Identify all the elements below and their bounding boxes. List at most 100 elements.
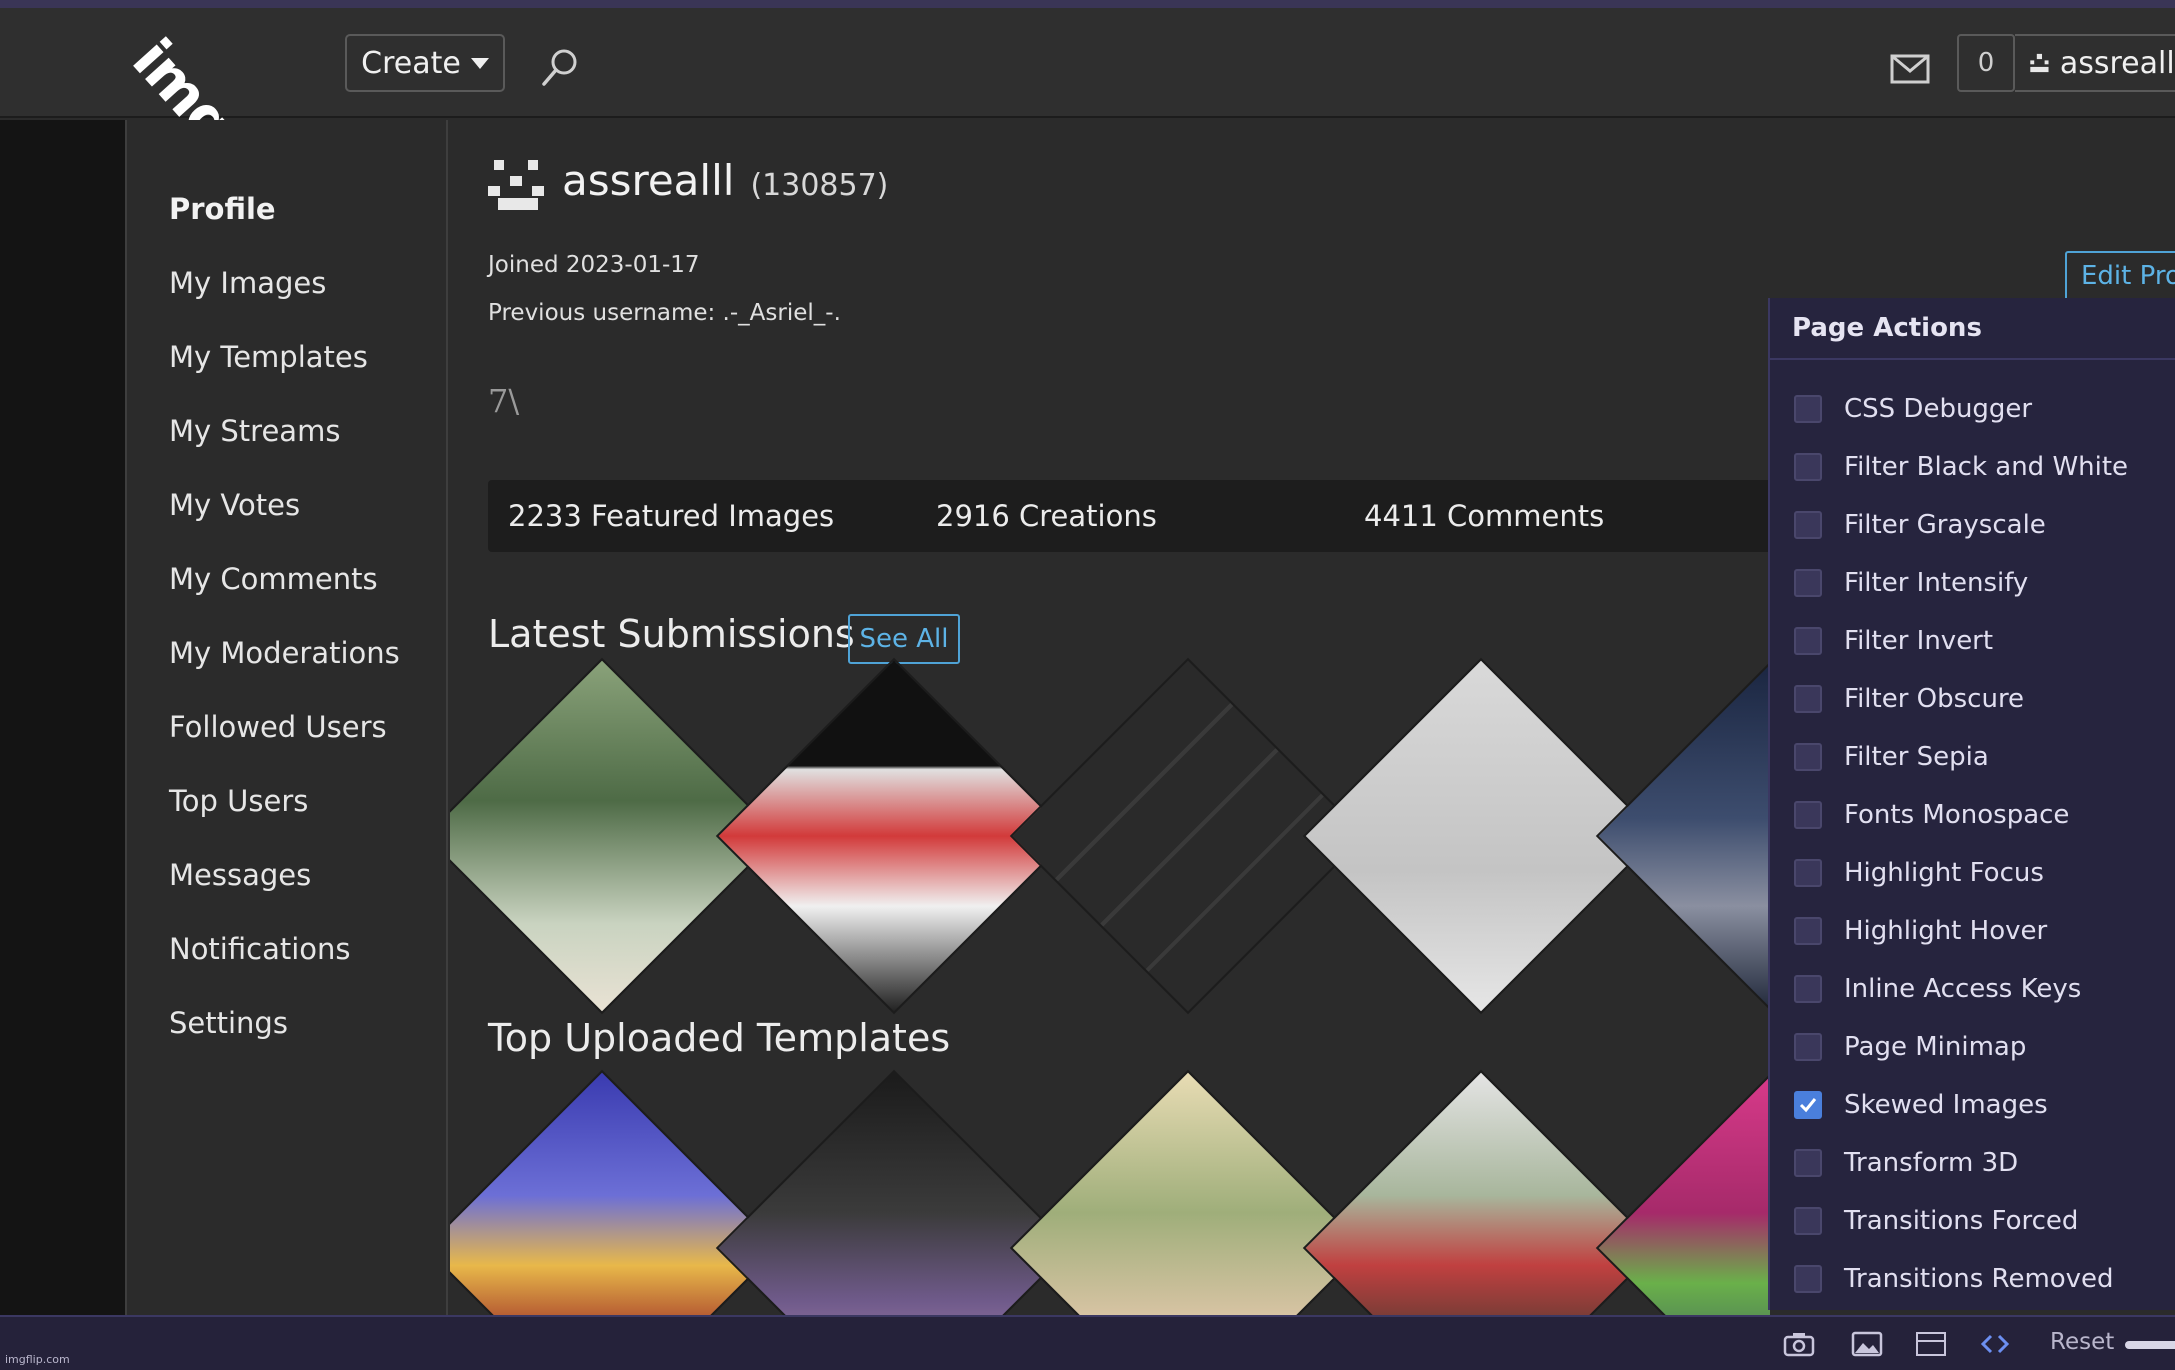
page-action-checkbox[interactable] [1794, 1091, 1822, 1119]
page-action-checkbox[interactable] [1794, 627, 1822, 655]
profile-sidebar: Profile My Images My Templates My Stream… [125, 120, 448, 1315]
header-username: assrealll [2059, 45, 2175, 81]
page-action-checkbox[interactable] [1794, 685, 1822, 713]
sidebar-item-profile[interactable]: Profile [127, 172, 446, 246]
page-action-item[interactable]: Transitions Forced [1770, 1192, 2175, 1250]
page-action-checkbox[interactable] [1794, 917, 1822, 945]
page-action-checkbox[interactable] [1794, 1149, 1822, 1177]
left-gutter [0, 120, 125, 1315]
page-actions-panel: Page Actions CSS Debugger Filter Black an… [1768, 298, 2175, 1310]
sidebar-item-my-moderations[interactable]: My Moderations [127, 616, 446, 690]
page-action-checkbox[interactable] [1794, 453, 1822, 481]
page-actions-list: CSS Debugger Filter Black and White Filter… [1770, 360, 2175, 1308]
creations-stat[interactable]: 2916 Creations [936, 499, 1157, 533]
page-action-item[interactable]: Filter Sepia [1770, 728, 2175, 786]
page-action-label: Skewed Images [1844, 1090, 2048, 1120]
page-action-checkbox[interactable] [1794, 743, 1822, 771]
page-action-item[interactable]: CSS Debugger [1770, 380, 2175, 438]
profile-main: assrealll (130857) Joined 2023-01-17 Pre… [450, 120, 1770, 1315]
create-button[interactable]: Create [345, 34, 505, 92]
page-action-label: Filter Grayscale [1844, 510, 2046, 540]
user-avatar-icon [2030, 53, 2049, 73]
featured-images-stat[interactable]: 2233 Featured Images [508, 499, 834, 533]
page-action-item[interactable]: Filter Grayscale [1770, 496, 2175, 554]
page-action-label: Transitions Forced [1844, 1206, 2079, 1236]
page-action-checkbox[interactable] [1794, 1033, 1822, 1061]
profile-name-row: assrealll (130857) [562, 156, 888, 205]
edit-profile-button[interactable]: Edit Profile [2065, 251, 2175, 301]
page-action-item[interactable]: Filter Intensify [1770, 554, 2175, 612]
page-action-checkbox[interactable] [1794, 859, 1822, 887]
zoom-slider[interactable] [2125, 1341, 2175, 1349]
template-thumb[interactable] [450, 1069, 781, 1315]
comments-stat[interactable]: 4411 Comments [1364, 499, 1604, 533]
notification-count-button[interactable]: 0 [1957, 34, 2015, 92]
profile-username: assrealll [562, 156, 735, 205]
page-action-label: Transform 3D [1844, 1148, 2019, 1178]
page-action-item[interactable]: Page Minimap [1770, 1018, 2175, 1076]
code-icon[interactable] [1978, 1329, 2012, 1359]
page-action-item[interactable]: Filter Invert [1770, 612, 2175, 670]
page-action-label: Filter Intensify [1844, 568, 2029, 598]
page-action-checkbox[interactable] [1794, 511, 1822, 539]
sidebar-item-my-templates[interactable]: My Templates [127, 320, 446, 394]
page-action-checkbox[interactable] [1794, 395, 1822, 423]
reset-button[interactable]: Reset [2050, 1329, 2114, 1355]
sidebar-item-my-streams[interactable]: My Streams [127, 394, 446, 468]
image-icon[interactable] [1850, 1329, 1884, 1359]
profile-stats-bar: 2233 Featured Images 2916 Creations 4411… [488, 480, 1770, 552]
page-action-item[interactable]: Fonts Monospace [1770, 786, 2175, 844]
submission-thumb[interactable] [1595, 657, 1770, 1015]
sidebar-item-my-images[interactable]: My Images [127, 246, 446, 320]
profile-bio: 7\ [488, 382, 520, 420]
page-action-item[interactable]: Highlight Focus [1770, 844, 2175, 902]
page-action-label: Inline Access Keys [1844, 974, 2082, 1004]
sidebar-item-notifications[interactable]: Notifications [127, 912, 446, 986]
page-action-checkbox[interactable] [1794, 801, 1822, 829]
caret-down-icon [470, 57, 489, 69]
profile-points: (130857) [750, 168, 889, 203]
sidebar-item-my-votes[interactable]: My Votes [127, 468, 446, 542]
page-action-label: Filter Sepia [1844, 742, 1989, 772]
see-all-button[interactable]: See All [848, 614, 960, 664]
joined-date: Joined 2023-01-17 [488, 252, 700, 278]
template-thumb[interactable] [1009, 1069, 1367, 1315]
page-action-checkbox[interactable] [1794, 1265, 1822, 1293]
page-action-label: Fonts Monospace [1844, 800, 2070, 830]
page-action-label: Filter Black and White [1844, 452, 2129, 482]
page-action-checkbox[interactable] [1794, 975, 1822, 1003]
page-action-label: Transitions Removed [1844, 1264, 2114, 1294]
sidebar-item-followed-users[interactable]: Followed Users [127, 690, 446, 764]
previous-username: Previous username: .-_Asriel_-. [488, 300, 841, 326]
latest-submissions-title: Latest Submissions [488, 612, 855, 656]
sidebar-item-top-users[interactable]: Top Users [127, 764, 446, 838]
layout-icon[interactable] [1914, 1329, 1948, 1359]
page-action-label: CSS Debugger [1844, 394, 2033, 424]
site-header: imgflip Create 0 assrealll [0, 8, 2175, 231]
sidebar-item-my-comments[interactable]: My Comments [127, 542, 446, 616]
page-action-item[interactable]: Transitions Removed [1770, 1250, 2175, 1308]
page-action-label: Page Minimap [1844, 1032, 2027, 1062]
page-action-item[interactable]: Skewed Images [1770, 1076, 2175, 1134]
page-action-checkbox[interactable] [1794, 1207, 1822, 1235]
page-action-item[interactable]: Inline Access Keys [1770, 960, 2175, 1018]
notification-count: 0 [1977, 48, 1995, 78]
template-thumb[interactable] [715, 1069, 1073, 1315]
page-action-item[interactable]: Filter Black and White [1770, 438, 2175, 496]
imgflip-logo[interactable]: imgflip [119, 8, 313, 231]
sidebar-item-settings[interactable]: Settings [127, 986, 446, 1060]
page-action-label: Highlight Hover [1844, 916, 2048, 946]
search-icon[interactable] [538, 46, 582, 90]
mail-icon[interactable] [1890, 54, 1930, 84]
page-action-item[interactable]: Highlight Hover [1770, 902, 2175, 960]
sidebar-item-messages[interactable]: Messages [127, 838, 446, 912]
page-action-item[interactable]: Filter Obscure [1770, 670, 2175, 728]
checkmark-icon [1799, 1098, 1817, 1113]
camera-icon[interactable] [1782, 1329, 1816, 1359]
site-credit: imgflip.com [5, 1353, 70, 1366]
user-menu-button[interactable]: assrealll [2015, 34, 2175, 92]
bottom-toolbar: imgflip.com Reset [0, 1315, 2175, 1370]
page-action-item[interactable]: Transform 3D [1770, 1134, 2175, 1192]
page-action-checkbox[interactable] [1794, 569, 1822, 597]
template-thumb[interactable] [1302, 1069, 1660, 1315]
